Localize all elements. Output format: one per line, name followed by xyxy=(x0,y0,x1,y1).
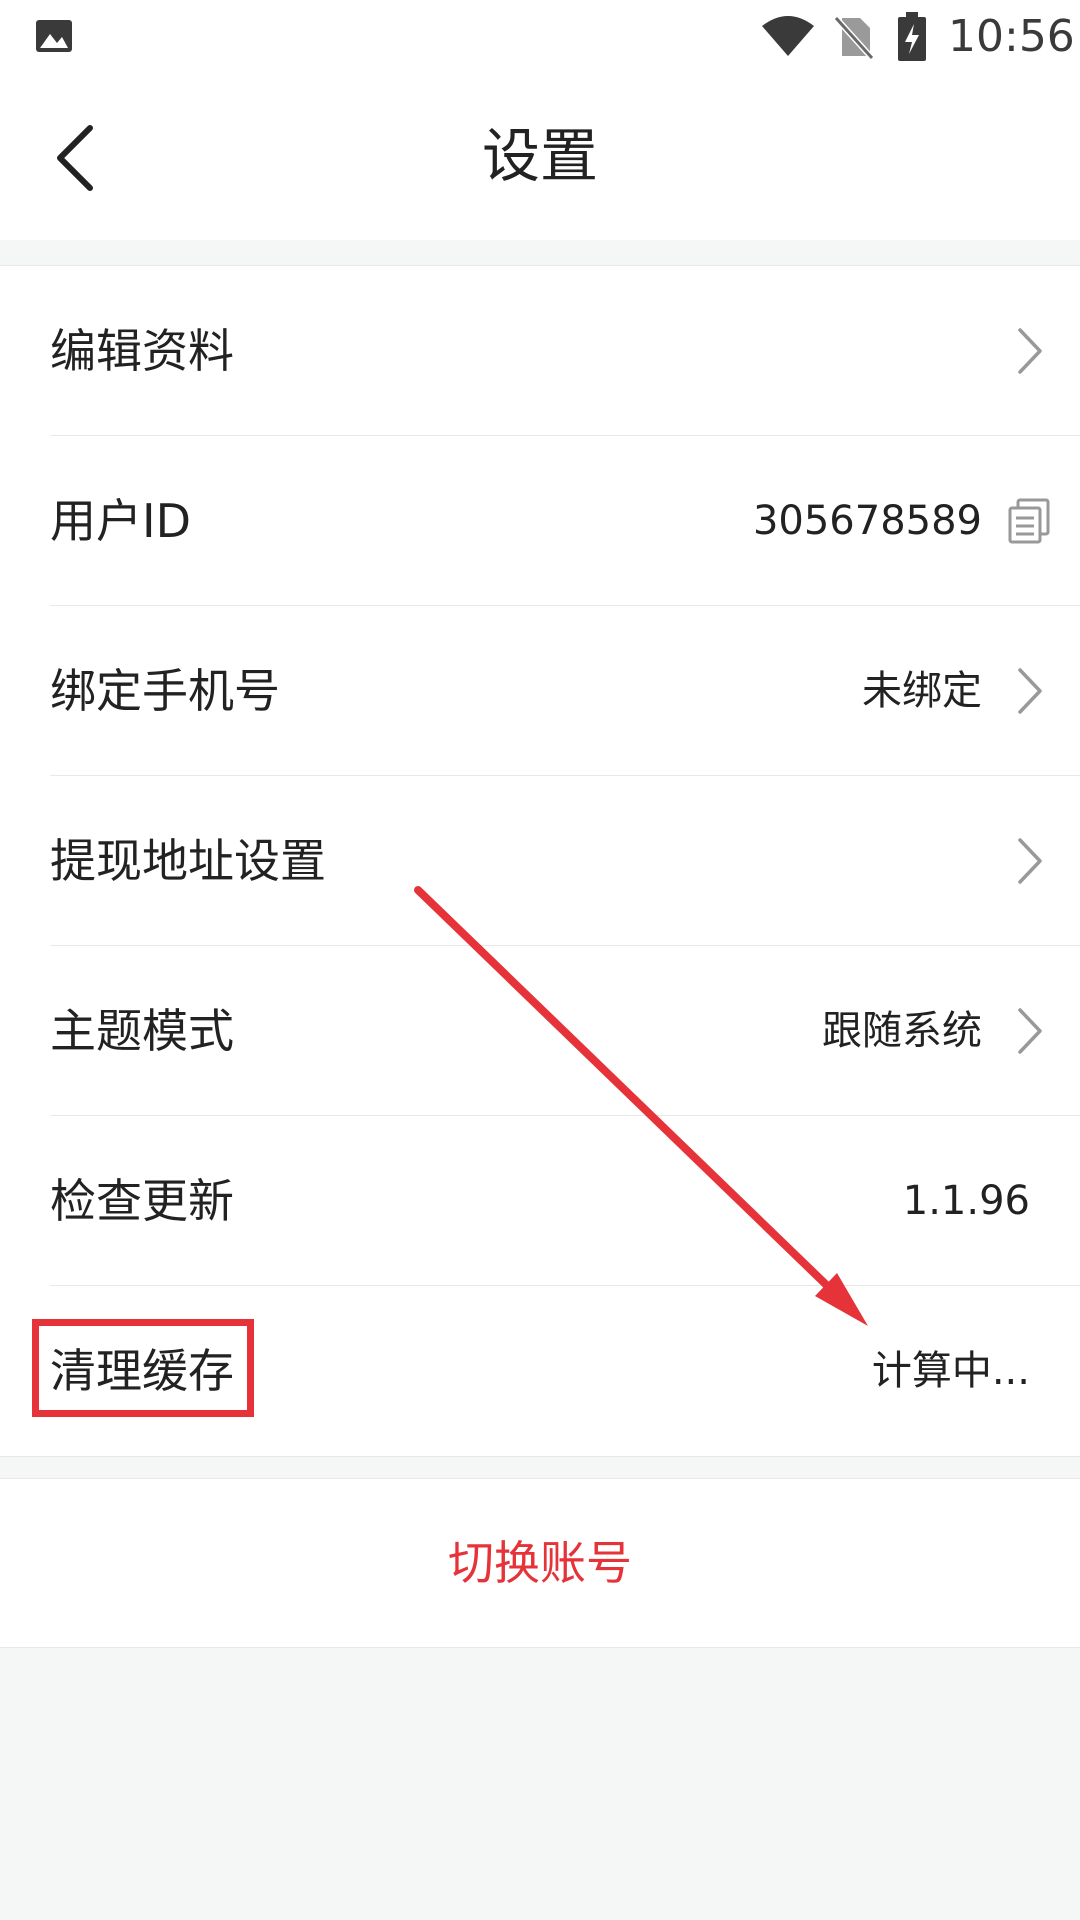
user-id-row: 用户ID 305678589 xyxy=(0,436,1080,606)
chevron-right-icon xyxy=(1018,1008,1042,1054)
user-id-label: 用户ID xyxy=(50,494,191,548)
chevron-right-icon xyxy=(1018,328,1042,374)
cache-size-value: 计算中... xyxy=(871,1348,1030,1394)
check-update-label: 检查更新 xyxy=(50,1174,234,1228)
theme-mode-value: 跟随系统 xyxy=(822,1008,982,1054)
header: 设置 xyxy=(0,74,1080,240)
chevron-right-icon xyxy=(1018,668,1042,714)
page-title: 设置 xyxy=(481,122,598,190)
no-sim-icon xyxy=(834,15,874,60)
theme-mode-row[interactable]: 主题模式 跟随系统 xyxy=(0,946,1080,1116)
bind-phone-row[interactable]: 绑定手机号 未绑定 xyxy=(0,606,1080,776)
switch-account-button[interactable]: 切换账号 xyxy=(0,1479,1080,1647)
status-time: 10:56 xyxy=(948,11,1075,62)
gallery-icon xyxy=(36,20,72,52)
edit-profile-row[interactable]: 编辑资料 xyxy=(0,266,1080,436)
check-update-row[interactable]: 检查更新 1.1.96 xyxy=(0,1116,1080,1286)
withdraw-address-label: 提现地址设置 xyxy=(50,834,326,888)
bind-phone-label: 绑定手机号 xyxy=(50,664,280,718)
chevron-right-icon xyxy=(1018,838,1042,884)
status-bar: 10:56 xyxy=(0,0,1080,74)
edit-profile-label: 编辑资料 xyxy=(50,324,234,378)
user-id-value: 305678589 xyxy=(752,498,982,544)
battery-charging-icon xyxy=(898,12,926,61)
app-version-value: 1.1.96 xyxy=(902,1178,1030,1224)
withdraw-address-row[interactable]: 提现地址设置 xyxy=(0,776,1080,946)
bind-phone-value: 未绑定 xyxy=(862,668,982,714)
wifi-icon xyxy=(762,16,814,56)
theme-mode-label: 主题模式 xyxy=(50,1004,234,1058)
annotation-highlight-box xyxy=(32,1319,254,1417)
copy-icon[interactable] xyxy=(1008,498,1050,544)
switch-account-section: 切换账号 xyxy=(0,1478,1080,1648)
settings-list: 编辑资料 用户ID 305678589 绑定手机号 未绑定 提现地址设置 主题模… xyxy=(0,265,1080,1457)
